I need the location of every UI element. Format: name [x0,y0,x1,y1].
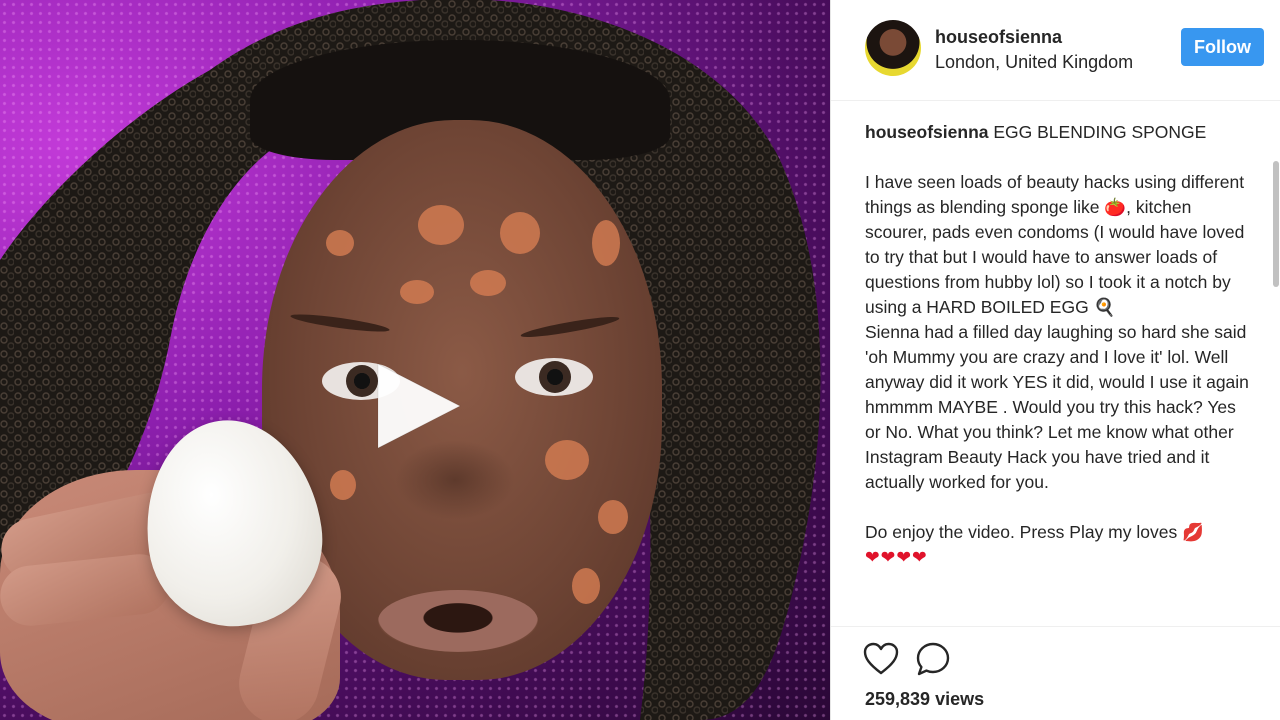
right-eye [515,358,593,396]
action-bar: 259,839 views [831,626,1280,720]
play-icon[interactable] [372,360,464,452]
foundation-dot [598,500,628,534]
foundation-dot [400,280,434,304]
foundation-dot [326,230,354,256]
video-player[interactable] [0,0,830,720]
post-header: houseofsienna London, United Kingdom Fol… [831,0,1280,101]
follow-button[interactable]: Follow [1181,28,1264,66]
mouth [378,590,538,652]
caption: houseofsienna EGG BLENDING SPONGE I have… [865,120,1255,625]
foundation-dot [592,220,620,266]
username-link[interactable]: houseofsienna [935,27,1062,48]
caption-paragraph-3: Do enjoy the video. Press Play my loves … [865,522,1204,542]
foundation-dot [470,270,506,296]
view-count: 259,839 views [865,689,985,709]
foundation-dot [330,470,356,500]
instagram-post-view: houseofsienna London, United Kingdom Fol… [0,0,1280,720]
heart-icon[interactable] [863,641,899,677]
caption-hearts: ❤❤❤❤ [865,547,928,567]
foundation-dot [500,212,540,254]
caption-paragraph-2: Sienna had a filled day laughing so hard… [865,322,1249,492]
foundation-dot [545,440,589,480]
caption-headline: EGG BLENDING SPONGE [993,122,1207,142]
caption-paragraph-1: I have seen loads of beauty hacks using … [865,172,1245,317]
comment-icon[interactable] [915,641,951,677]
nose [395,440,515,520]
caption-username-link[interactable]: houseofsienna [865,122,989,142]
avatar[interactable] [865,20,921,76]
scrollbar-thumb[interactable] [1273,161,1279,287]
foundation-dot [418,205,464,245]
caption-scrollbar[interactable] [1270,101,1280,626]
location-link[interactable]: London, United Kingdom [935,52,1133,73]
foundation-dot [572,568,600,604]
post-sidebar: houseofsienna London, United Kingdom Fol… [830,0,1280,720]
